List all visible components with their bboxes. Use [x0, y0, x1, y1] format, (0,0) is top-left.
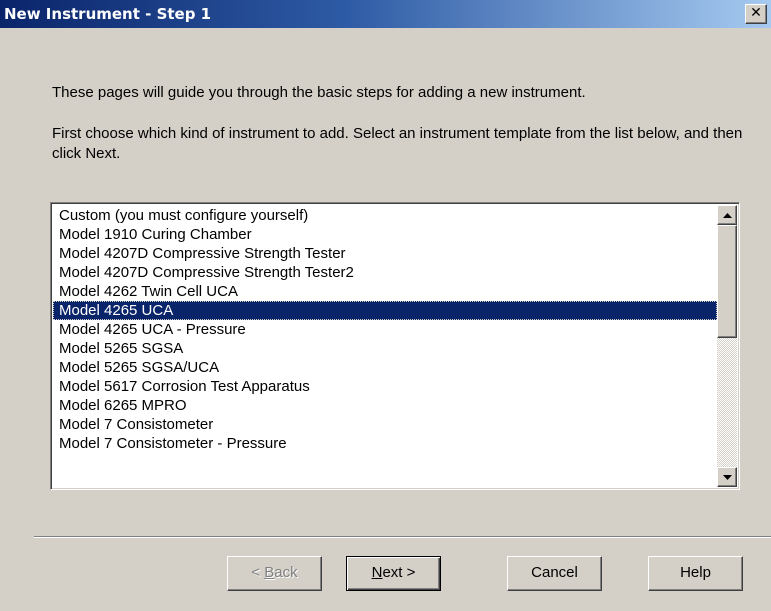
back-mnemonic: B [264, 564, 275, 581]
next-button[interactable]: Next > [346, 556, 441, 591]
cancel-button[interactable]: Cancel [507, 556, 602, 591]
back-label: ack [274, 564, 298, 581]
list-item[interactable]: Model 5617 Corrosion Test Apparatus [53, 377, 717, 396]
list-item[interactable]: Custom (you must configure yourself) [53, 206, 717, 225]
list-item[interactable]: Model 7 Consistometer [53, 415, 717, 434]
instruction-text: First choose which kind of instrument to… [52, 125, 743, 162]
list-item[interactable]: Model 1910 Curing Chamber [53, 225, 717, 244]
list-item[interactable]: Model 4207D Compressive Strength Tester2 [53, 263, 717, 282]
arrow-down-icon [722, 474, 732, 480]
list-item[interactable]: Model 4262 Twin Cell UCA [53, 282, 717, 301]
scroll-down-button[interactable] [717, 467, 737, 487]
back-button[interactable]: < Back [227, 556, 322, 591]
list-item[interactable]: Model 5265 SGSA [53, 339, 717, 358]
list-items: Custom (you must configure yourself) Mode… [53, 206, 717, 453]
list-item[interactable]: Model 4265 UCA - Pressure [53, 320, 717, 339]
list-item[interactable]: Model 5265 SGSA/UCA [53, 358, 717, 377]
close-button[interactable]: ✕ [745, 4, 767, 24]
scroll-thumb[interactable] [717, 225, 737, 338]
close-icon: ✕ [750, 5, 762, 21]
window-title: New Instrument - Step 1 [4, 5, 212, 23]
vertical-scrollbar[interactable] [717, 205, 737, 487]
list-item[interactable]: Model 4207D Compressive Strength Tester [53, 244, 717, 263]
help-button[interactable]: Help [648, 556, 743, 591]
instrument-template-list[interactable]: Custom (you must configure yourself) Mode… [50, 202, 740, 490]
list-item[interactable]: Model 6265 MPRO [53, 396, 717, 415]
next-mnemonic: N [371, 564, 383, 581]
intro-text: These pages will guide you through the b… [52, 84, 586, 101]
scroll-up-button[interactable] [717, 205, 737, 225]
title-bar[interactable]: New Instrument - Step 1 ✕ [0, 0, 771, 28]
next-label: ext > [382, 564, 416, 581]
separator-line [34, 536, 771, 538]
arrow-up-icon [722, 212, 732, 218]
back-prefix: < [251, 564, 265, 581]
list-item[interactable]: Model 4265 UCA [53, 301, 717, 320]
list-item[interactable]: Model 7 Consistometer - Pressure [53, 434, 717, 453]
